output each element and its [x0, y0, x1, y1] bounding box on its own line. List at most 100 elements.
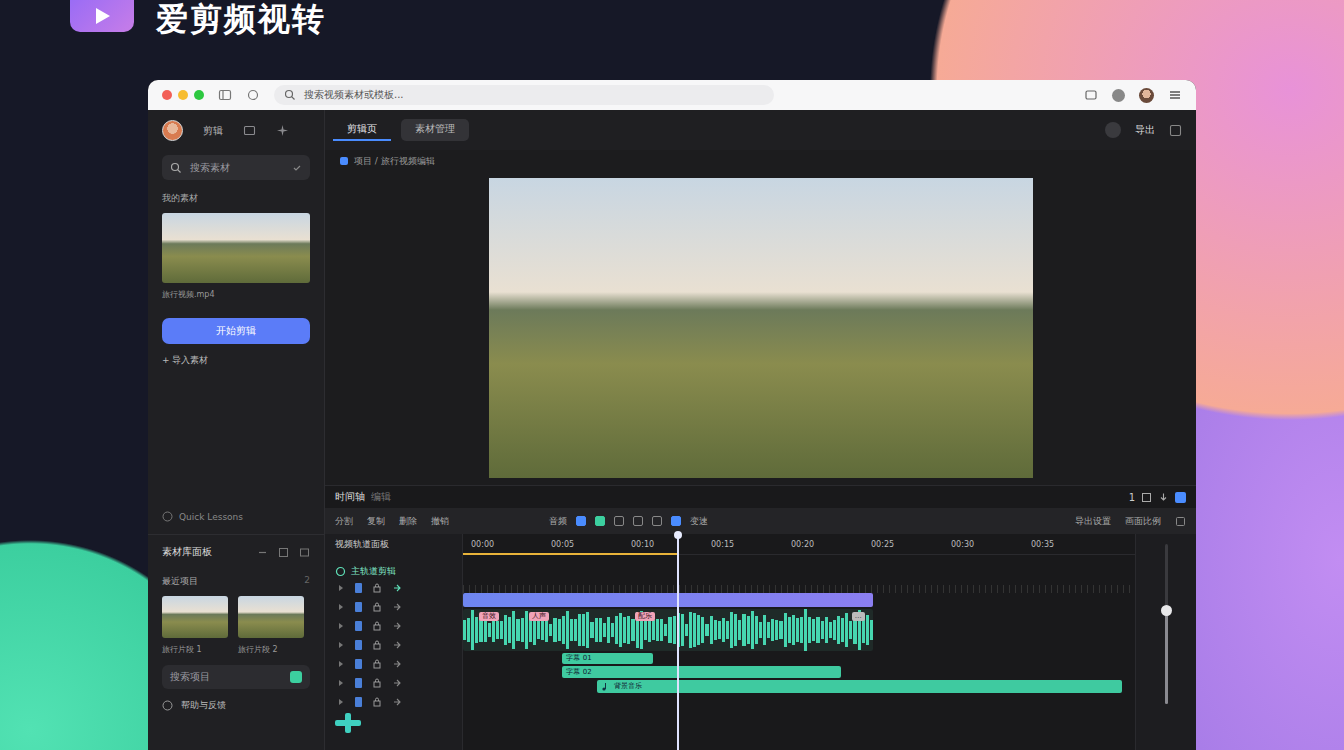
- mute-icon[interactable]: [392, 678, 402, 688]
- promo-page: 爱剪频视转搜索视频素材或模板...剪辑搜索素材我的素材旅行视频.mp4开始剪辑+…: [0, 0, 1344, 750]
- tool-button[interactable]: 撤销: [431, 515, 449, 528]
- music-clip[interactable]: 背景音乐: [597, 680, 1121, 693]
- tool-button[interactable]: 画面比例: [1125, 515, 1161, 528]
- nav-item[interactable]: 剪辑: [203, 124, 223, 138]
- profile-icon[interactable]: [1112, 89, 1125, 102]
- close-icon[interactable]: [162, 90, 172, 100]
- track-lane: 字幕 02: [463, 666, 1135, 678]
- render-icon[interactable]: [1175, 492, 1186, 503]
- media-thumbnail[interactable]: [162, 213, 310, 283]
- download-icon[interactable]: [1158, 492, 1169, 503]
- reload-icon[interactable]: [246, 88, 260, 102]
- arrow-icon[interactable]: [392, 583, 402, 593]
- add-track-icon[interactable]: [335, 713, 361, 733]
- maximize-icon[interactable]: [194, 90, 204, 100]
- tool-button[interactable]: 复制: [367, 515, 385, 528]
- audio-marker[interactable]: 人声: [529, 612, 549, 621]
- text-clip[interactable]: 字幕 01: [562, 653, 652, 664]
- expand-icon[interactable]: [337, 660, 345, 668]
- expand-icon[interactable]: [337, 584, 345, 592]
- track-panel-title: 视频轨道面板: [335, 538, 452, 551]
- lock-icon[interactable]: [372, 697, 382, 707]
- lock-icon[interactable]: [372, 621, 382, 631]
- more-icon[interactable]: [1175, 516, 1186, 527]
- media-search[interactable]: 搜索素材: [162, 155, 310, 180]
- expand-icon[interactable]: [337, 698, 345, 706]
- audio-marker[interactable]: 配乐: [635, 612, 655, 621]
- edit-tool-icon[interactable]: [595, 516, 605, 526]
- minus-icon[interactable]: [257, 547, 268, 558]
- recent-thumbnail: [162, 596, 228, 638]
- recent-caption: 旅行片段 1: [162, 644, 228, 655]
- panel-icon[interactable]: [1169, 124, 1182, 137]
- edit-tool-icon[interactable]: [633, 516, 643, 526]
- edit-tool-icon[interactable]: [576, 516, 586, 526]
- sidebar-toggle-icon[interactable]: [218, 88, 232, 102]
- lock-icon[interactable]: [372, 583, 382, 593]
- search-icon: [284, 89, 296, 101]
- mute-icon[interactable]: [392, 659, 402, 669]
- expand-icon[interactable]: [337, 622, 345, 630]
- project-search[interactable]: 搜索项目: [162, 665, 310, 689]
- sidebar-nav: 剪辑: [162, 120, 310, 141]
- settings-icon[interactable]: [1105, 122, 1121, 138]
- speed-tool-button[interactable]: 变速: [690, 515, 708, 528]
- edit-tool-icon[interactable]: [652, 516, 662, 526]
- recent-item[interactable]: 旅行片段 2: [238, 596, 304, 655]
- lock-icon[interactable]: [372, 659, 382, 669]
- address-bar[interactable]: 搜索视频素材或模板...: [274, 85, 774, 105]
- start-edit-button[interactable]: 开始剪辑: [162, 318, 310, 344]
- lock-icon[interactable]: [372, 640, 382, 650]
- track-lane: 音效 人声 配乐 …: [463, 609, 1135, 651]
- import-link[interactable]: + 导入素材: [162, 354, 310, 367]
- lock-icon[interactable]: [372, 678, 382, 688]
- mute-icon[interactable]: [392, 602, 402, 612]
- edit-tool-icon[interactable]: [614, 516, 624, 526]
- audio-marker[interactable]: …: [852, 612, 865, 621]
- tool-button[interactable]: 删除: [399, 515, 417, 528]
- tool-button[interactable]: 导出设置: [1075, 515, 1111, 528]
- mute-icon[interactable]: [392, 697, 402, 707]
- audio-clip[interactable]: 音效 人声 配乐 …: [463, 609, 873, 651]
- volume-slider[interactable]: [1165, 544, 1168, 704]
- playhead[interactable]: [677, 534, 679, 750]
- tab[interactable]: 剪辑页: [333, 119, 391, 141]
- track-header: [335, 692, 452, 711]
- export-button[interactable]: 导出: [1135, 123, 1155, 137]
- ruler-label: 00:20: [791, 540, 871, 549]
- lessons-link[interactable]: Quick Lessons: [162, 511, 310, 522]
- mute-icon[interactable]: [392, 640, 402, 650]
- fit-icon[interactable]: [1141, 492, 1152, 503]
- tool-button[interactable]: 分割: [335, 515, 353, 528]
- tab-bar: 剪辑页素材管理 导出: [325, 110, 1196, 150]
- expand-icon[interactable]: [337, 603, 345, 611]
- volume-knob[interactable]: [1161, 605, 1172, 616]
- video-preview[interactable]: [489, 178, 1033, 478]
- audio-tool-button[interactable]: 音频: [549, 515, 567, 528]
- help-link[interactable]: 帮助与反馈: [162, 699, 310, 712]
- video-clip[interactable]: [463, 593, 873, 607]
- go-icon[interactable]: [290, 671, 302, 683]
- expand-icon[interactable]: [337, 679, 345, 687]
- lock-icon[interactable]: [372, 602, 382, 612]
- track-header: [335, 597, 452, 616]
- user-avatar-icon[interactable]: [162, 120, 183, 141]
- minimize-icon[interactable]: [178, 90, 188, 100]
- folder-icon[interactable]: [243, 124, 256, 137]
- window-icon[interactable]: [299, 547, 310, 558]
- check-icon: [292, 163, 302, 173]
- share-icon[interactable]: [1084, 88, 1098, 102]
- menu-icon[interactable]: [1168, 88, 1182, 102]
- expand-icon[interactable]: [337, 641, 345, 649]
- text-clip[interactable]: 字幕 02: [562, 666, 840, 678]
- sparkle-icon[interactable]: [276, 124, 289, 137]
- mute-icon[interactable]: [392, 621, 402, 631]
- zoom-value[interactable]: 1: [1129, 492, 1135, 503]
- grid-icon[interactable]: [278, 547, 289, 558]
- audio-marker[interactable]: 音效: [479, 612, 499, 621]
- recent-item[interactable]: 旅行片段 1: [162, 596, 228, 655]
- tab[interactable]: 素材管理: [401, 119, 469, 141]
- avatar-icon[interactable]: [1139, 88, 1154, 103]
- edit-tool-icon[interactable]: [671, 516, 681, 526]
- lanes: 音效 人声 配乐 … 字幕 01 字幕 02 背景音乐: [463, 593, 1135, 693]
